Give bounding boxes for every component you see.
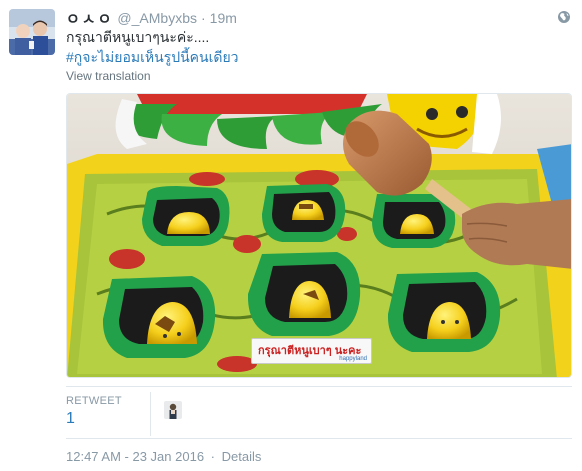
details-link[interactable]: Details [222,449,262,464]
avatar-image [9,9,55,55]
hole-bottom-right [387,272,501,352]
header-separator: · [200,10,206,26]
hole-bottom-mid [247,252,361,336]
tweet-timestamp[interactable]: 12:47 AM - 23 Jan 2016 [66,449,204,464]
footer-separator: · [210,449,216,464]
user-avatar[interactable] [9,9,55,55]
globe-icon[interactable] [557,10,571,24]
retweeter-avatar[interactable] [164,401,182,419]
tweet-text: กรุณาตีหนูเบาๆนะค่ะ.... #กูจะไม่ยอมเห็นร… [66,27,566,67]
display-name[interactable]: ㅇㅅㅇ [66,8,113,29]
tweet-header: ㅇㅅㅇ @_AMbyxbs · 19m [66,8,237,29]
view-translation-link[interactable]: View translation [66,69,151,83]
stats-divider [150,392,151,436]
retweet-count[interactable]: 1 [66,410,75,428]
tweet-footer: 12:47 AM - 23 Jan 2016 · Details [66,449,261,464]
divider-bottom [66,438,572,439]
hole-bottom-left [102,276,216,358]
tweet-photo[interactable]: กรุณาตีหนูเบาๆ นะคะ happyland [66,93,572,378]
tweet-stats: RETWEET 1 [66,392,572,442]
divider-top [66,386,572,387]
retweet-label[interactable]: RETWEET [66,395,122,407]
sign-small-text: happyland [339,356,367,362]
hashtag-link[interactable]: #กูจะไม่ยอมเห็นรูปนี้คนเดียว [66,47,566,67]
tweet-text-line: กรุณาตีหนูเบาๆนะค่ะ.... [66,29,210,45]
tweet-time[interactable]: 19m [210,10,237,26]
retweeter-avatar-image [164,401,182,419]
screen-name[interactable]: @_AMbyxbs [117,10,197,26]
photo-sign: กรุณาตีหนูเบาๆ นะคะ happyland [251,338,372,364]
hole-top-mid [262,184,346,242]
hole-top-left [142,186,230,246]
whack-a-mole-photo [67,94,571,377]
